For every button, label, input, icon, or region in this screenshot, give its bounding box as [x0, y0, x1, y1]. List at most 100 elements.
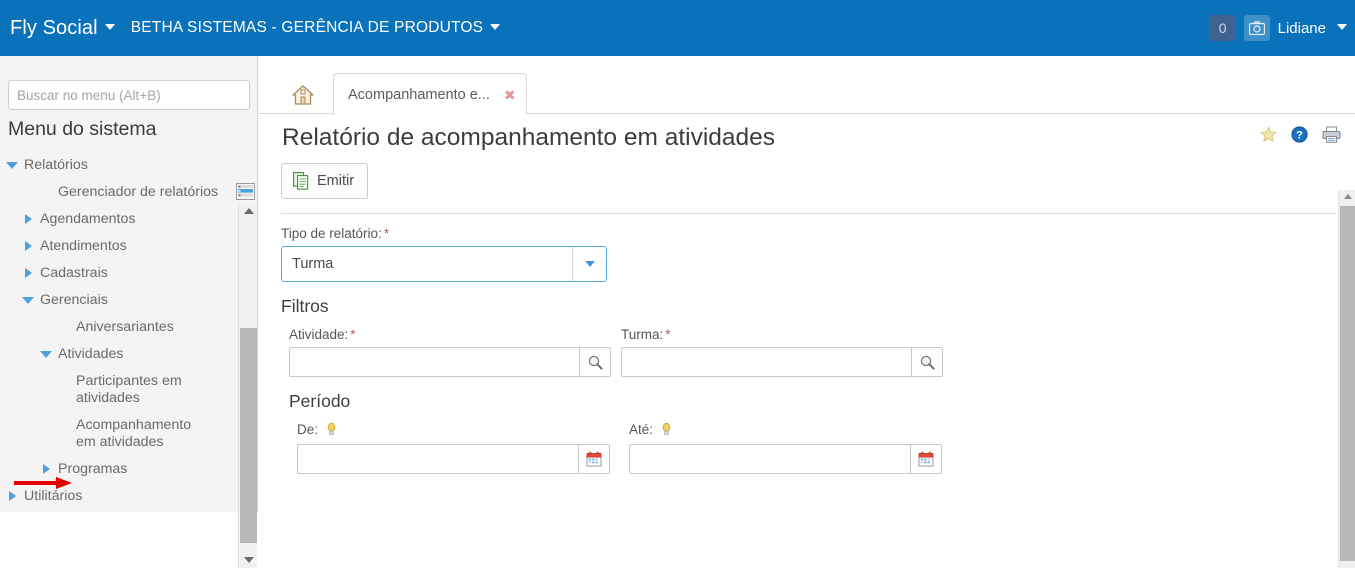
close-icon[interactable]: ✖ — [504, 88, 516, 102]
tab-acompanhamento[interactable]: Acompanhamento e... ✖ — [333, 73, 527, 115]
field-turma: Turma: * — [621, 327, 943, 377]
page-scrollbar[interactable] — [1338, 190, 1355, 568]
chevron-down-icon — [104, 24, 115, 31]
main-content: Acompanhamento e... ✖ Relatório de acomp… — [259, 56, 1355, 568]
content-divider — [281, 213, 1336, 214]
label-text: Até: — [629, 422, 654, 437]
label-text: Atividade: — [289, 327, 349, 342]
ate-input[interactable] — [629, 444, 910, 474]
filtros-row: Atividade: * Turma: * — [289, 327, 1336, 377]
field-tipo-relatorio: Tipo de relatório: * — [281, 226, 1336, 282]
scroll-up-arrow-icon[interactable] — [1344, 194, 1352, 199]
tab-strip: Acompanhamento e... ✖ — [259, 56, 1355, 115]
de-calendar-button[interactable] — [578, 444, 610, 474]
notification-badge[interactable]: 0 — [1209, 15, 1236, 41]
label-text: Turma: — [621, 327, 664, 342]
user-menu-chevron-down-icon[interactable] — [1337, 24, 1347, 30]
ate-label: Até: — [629, 422, 951, 439]
tipo-relatorio-input[interactable] — [282, 247, 572, 281]
menu-item-relatorios[interactable]: Relatórios — [0, 152, 236, 179]
page-scrollbar-thumb[interactable] — [1340, 206, 1355, 561]
menu-item-atendimentos[interactable]: Atendimentos — [0, 233, 236, 260]
report-document-icon — [293, 172, 309, 190]
atividade-lookup — [289, 347, 611, 377]
menu-item-label: Utilitários — [24, 488, 83, 504]
turma-search-button[interactable] — [911, 347, 943, 377]
menu-item-label: Acompanhamento em atividades — [76, 417, 192, 450]
periodo-heading: Período — [289, 391, 351, 411]
required-marker: * — [350, 327, 356, 342]
menu-title: Menu do sistema — [8, 118, 157, 140]
print-icon[interactable] — [1322, 126, 1341, 148]
menu-item-utilitarios[interactable]: Utilitários — [0, 483, 236, 510]
tipo-relatorio-dropdown-button[interactable] — [572, 247, 606, 281]
field-atividade: Atividade: * — [289, 327, 611, 377]
username-label: Lidiane — [1277, 19, 1326, 37]
menu-item-label: Atendimentos — [40, 238, 127, 254]
menu-item-programas[interactable]: Programas — [0, 456, 236, 483]
required-marker: * — [383, 226, 390, 241]
scroll-down-arrow-icon[interactable] — [239, 551, 258, 568]
organization-selector[interactable]: BETHA SISTEMAS - GERÊNCIA DE PRODUTOS — [131, 19, 501, 37]
hint-bulb-icon[interactable] — [658, 422, 671, 439]
ate-calendar-button[interactable] — [910, 444, 942, 474]
menu-item-label: Relatórios — [24, 157, 88, 173]
ate-date-field — [629, 444, 951, 474]
home-icon — [292, 84, 314, 105]
de-label: De: — [297, 422, 619, 439]
de-date-field — [297, 444, 619, 474]
atividade-search-button[interactable] — [579, 347, 611, 377]
menu-item-agendamentos[interactable]: Agendamentos — [0, 206, 236, 233]
menu-search-input[interactable] — [8, 80, 250, 110]
periodo-row: De: Até: — [297, 422, 1336, 474]
hint-bulb-icon[interactable] — [323, 422, 336, 439]
brand-label: Fly Social — [10, 16, 98, 39]
menu-item-label: Gerenciador de relatórios — [58, 184, 219, 200]
camera-icon — [1248, 21, 1265, 35]
menu-tree: Relatórios Gerenciador de relatórios Age… — [0, 146, 236, 512]
tipo-relatorio-label: Tipo de relatório: * — [281, 226, 1336, 241]
brand-menu[interactable]: Fly Social — [10, 17, 115, 40]
chevron-down-icon — [490, 23, 501, 30]
report-form: Tipo de relatório:* Filtros Atividade:* — [281, 226, 1336, 474]
required-marker: * — [665, 327, 671, 342]
avatar[interactable] — [1243, 15, 1270, 41]
menu-item-participantes-em-atividades[interactable]: Participantes em atividades — [0, 368, 200, 412]
turma-input[interactable] — [621, 347, 911, 377]
sidebar-scrollbar[interactable] — [238, 202, 257, 568]
atividade-input[interactable] — [289, 347, 579, 377]
page-title: Relatório de acompanhamento em atividade… — [282, 124, 776, 151]
tab-home[interactable] — [283, 75, 323, 114]
page-action-icons: ? — [1259, 125, 1341, 148]
tab-label: Acompanhamento e... — [348, 86, 490, 103]
chevron-down-icon — [584, 261, 595, 267]
menu-item-label: Aniversariantes — [76, 319, 174, 335]
menu-item-acompanhamento-em-atividades[interactable]: Acompanhamento em atividades — [0, 412, 205, 456]
menu-item-cadastrais[interactable]: Cadastrais — [0, 260, 236, 287]
menu-item-gerenciador-de-relatorios[interactable]: Gerenciador de relatórios — [0, 179, 236, 206]
menu-item-label: Cadastrais — [40, 265, 108, 281]
top-header-bar: Fly Social BETHA SISTEMAS - GERÊNCIA DE … — [0, 0, 1355, 56]
turma-label: Turma: * — [621, 327, 943, 342]
calendar-icon — [918, 451, 934, 467]
menu-item-gerenciais[interactable]: Gerenciais — [0, 287, 236, 314]
label-text: De: — [297, 422, 319, 437]
menu-item-atividades[interactable]: Atividades — [0, 341, 236, 368]
emitir-button[interactable]: Emitir — [281, 163, 369, 199]
search-icon — [588, 355, 603, 370]
scroll-up-arrow-icon[interactable] — [239, 202, 258, 219]
menu-item-label: Gerenciais — [40, 292, 108, 308]
menu-item-aniversariantes[interactable]: Aniversariantes — [0, 314, 236, 341]
menu-item-label: Agendamentos — [40, 211, 136, 227]
menu-list-view-icon[interactable] — [236, 182, 255, 201]
filtros-heading: Filtros — [281, 296, 329, 316]
organization-label: BETHA SISTEMAS - GERÊNCIA DE PRODUTOS — [130, 19, 484, 36]
de-input[interactable] — [297, 444, 578, 474]
favorite-star-icon[interactable] — [1259, 125, 1278, 148]
sidebar-scrollbar-thumb[interactable] — [240, 328, 257, 543]
help-icon[interactable]: ? — [1291, 126, 1308, 148]
calendar-icon — [586, 451, 602, 467]
atividade-label: Atividade: * — [289, 327, 611, 342]
tipo-relatorio-combobox[interactable] — [281, 246, 607, 282]
search-icon — [920, 355, 935, 370]
